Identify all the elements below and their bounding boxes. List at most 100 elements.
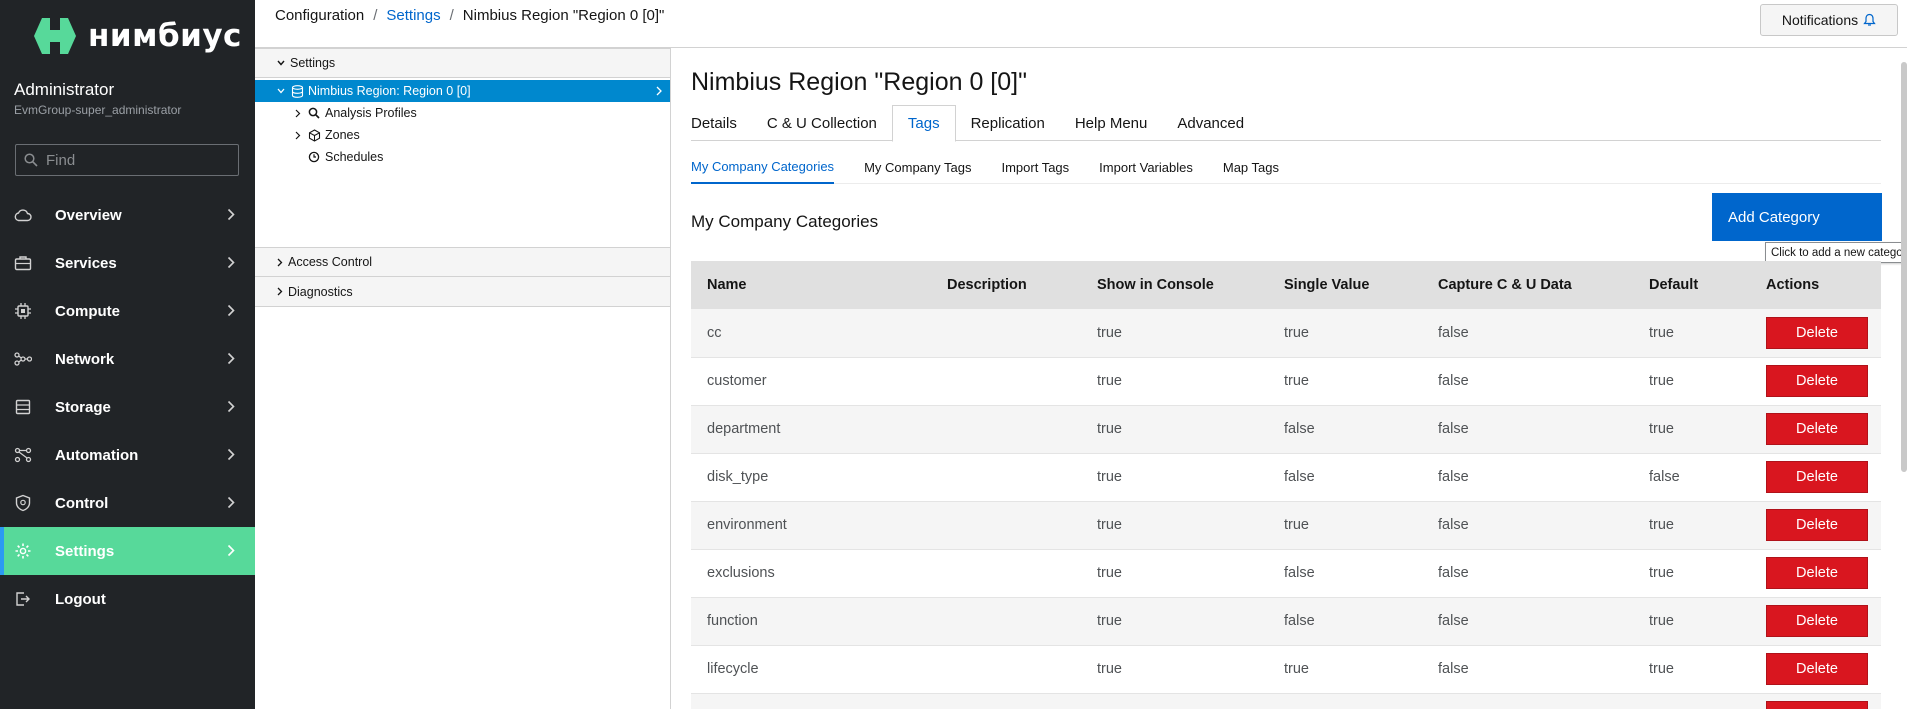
cell-single-value: [1268, 693, 1422, 709]
chevron-right-icon: [227, 352, 235, 365]
nav-item-control[interactable]: Control: [0, 479, 255, 527]
scrollbar[interactable]: [1901, 62, 1907, 472]
delete-button[interactable]: Delete: [1766, 557, 1868, 589]
table-row[interactable]: function true false false true Delete: [691, 597, 1881, 646]
chevron-right-icon: [227, 208, 235, 221]
top-bar: Configuration / Settings / Nimbius Regio…: [255, 0, 1907, 48]
cell-show-in-console: true: [1081, 549, 1268, 598]
accordion-diagnostics[interactable]: Diagnostics: [255, 277, 670, 307]
chevron-right-icon: [227, 400, 235, 413]
cell-capture-cu-data: false: [1422, 549, 1633, 598]
nav-item-label: Compute: [55, 302, 120, 320]
tree-node-zones[interactable]: Zones: [255, 124, 670, 146]
nav-item-network[interactable]: Network: [0, 335, 255, 383]
subtab-import-variables[interactable]: Import Variables: [1099, 150, 1193, 184]
automation-icon: [13, 445, 33, 465]
cell-default: true: [1633, 645, 1750, 694]
chevron-right-icon[interactable]: [292, 109, 304, 118]
cpu-icon: [13, 301, 33, 321]
column-header-description[interactable]: Description: [931, 261, 1081, 309]
tree-node-schedules[interactable]: Schedules: [255, 146, 670, 168]
notifications-button[interactable]: Notifications: [1760, 4, 1898, 36]
nav-item-overview[interactable]: Overview: [0, 191, 255, 239]
cell-name: disk_type: [691, 453, 931, 502]
cell-default: true: [1633, 357, 1750, 406]
table-row[interactable]: disk_type true false false false Delete: [691, 453, 1881, 502]
main-content: Nimbius Region "Region 0 [0]" Details C …: [672, 48, 1907, 709]
column-header-default[interactable]: Default: [1633, 261, 1750, 309]
tree-node-label: Nimbius Region: Region 0 [0]: [308, 84, 471, 98]
cell-actions: Delete: [1750, 549, 1881, 598]
column-header-actions: Actions: [1750, 261, 1881, 309]
chevron-right-icon: [227, 496, 235, 509]
nav-item-logout[interactable]: Logout: [0, 575, 255, 623]
tab-tags[interactable]: Tags: [891, 105, 956, 142]
chevron-down-icon[interactable]: [275, 88, 287, 94]
table-row[interactable]: department true false false true Delete: [691, 405, 1881, 454]
cell-default: [1633, 693, 1750, 709]
nav-item-label: Control: [55, 494, 109, 512]
column-header-show-in-console[interactable]: Show in Console: [1081, 261, 1268, 309]
delete-button[interactable]: Delete: [1766, 316, 1868, 349]
cell-description: [931, 645, 1081, 694]
nav-item-compute[interactable]: Compute: [0, 287, 255, 335]
tab-cu-collection[interactable]: C & U Collection: [752, 105, 892, 141]
find-input[interactable]: [46, 151, 226, 169]
cell-single-value: false: [1268, 549, 1422, 598]
delete-button[interactable]: Delete: [1766, 365, 1868, 397]
cell-default: true: [1633, 405, 1750, 454]
chevron-right-icon: [227, 544, 235, 557]
cell-single-value: false: [1268, 405, 1422, 454]
tab-help-menu[interactable]: Help Menu: [1060, 105, 1163, 141]
nav-item-storage[interactable]: Storage: [0, 383, 255, 431]
column-header-single-value[interactable]: Single Value: [1268, 261, 1422, 309]
cell-show-in-console: true: [1081, 357, 1268, 406]
add-category-button[interactable]: Add Category: [1712, 193, 1882, 241]
tab-details[interactable]: Details: [691, 105, 752, 141]
delete-button[interactable]: Delete: [1766, 701, 1868, 709]
cell-description: [931, 309, 1081, 358]
table-row[interactable]: Delete: [691, 693, 1881, 709]
subtab-import-tags[interactable]: Import Tags: [1001, 150, 1069, 184]
chevron-down-icon: [277, 60, 285, 66]
chevron-right-icon[interactable]: [292, 131, 304, 140]
column-header-name[interactable]: Name: [691, 261, 931, 309]
chevron-right-icon: [227, 304, 235, 317]
table-row[interactable]: exclusions true false false true Delete: [691, 549, 1881, 598]
cell-name: customer: [691, 357, 931, 406]
accordion-settings[interactable]: Settings: [255, 48, 670, 78]
delete-button[interactable]: Delete: [1766, 461, 1868, 493]
accordion-access-control-label: Access Control: [288, 255, 373, 269]
delete-button[interactable]: Delete: [1766, 653, 1868, 685]
network-icon: [13, 349, 33, 369]
delete-button[interactable]: Delete: [1766, 605, 1868, 637]
tree-node-region[interactable]: Nimbius Region: Region 0 [0]: [255, 80, 670, 102]
table-row[interactable]: environment true true false true Delete: [691, 501, 1881, 550]
breadcrumb-current: Nimbius Region "Region 0 [0]": [462, 7, 665, 24]
column-header-capture-cu-data[interactable]: Capture C & U Data: [1422, 261, 1633, 309]
database-icon: [13, 397, 33, 417]
subtab-my-company-categories[interactable]: My Company Categories: [691, 150, 835, 184]
tab-replication[interactable]: Replication: [956, 105, 1060, 141]
table-row[interactable]: cc true true false true Delete: [691, 309, 1881, 358]
cell-capture-cu-data: [1422, 693, 1633, 709]
subtab-map-tags[interactable]: Map Tags: [1223, 150, 1279, 184]
table-header-row: Name Description Show in Console Single …: [691, 261, 1881, 309]
region-tabs: Details C & U Collection Tags Replicatio…: [691, 105, 1881, 142]
brand-logo[interactable]: нимбиус: [32, 14, 242, 58]
tab-advanced[interactable]: Advanced: [1162, 105, 1259, 141]
delete-button[interactable]: Delete: [1766, 413, 1868, 445]
nav-item-automation[interactable]: Automation: [0, 431, 255, 479]
accordion-access-control[interactable]: Access Control: [255, 247, 670, 277]
subtab-my-company-tags[interactable]: My Company Tags: [864, 150, 971, 184]
table-row[interactable]: lifecycle true true false true Delete: [691, 645, 1881, 694]
nav-item-label: Automation: [55, 446, 139, 464]
main-navigation: нимбиус Administrator EvmGroup-super_adm…: [0, 0, 255, 709]
cell-single-value: true: [1268, 357, 1422, 406]
tree-node-analysis-profiles[interactable]: Analysis Profiles: [255, 102, 670, 124]
breadcrumb-settings-link[interactable]: Settings: [386, 7, 440, 24]
delete-button[interactable]: Delete: [1766, 509, 1868, 541]
nav-item-settings[interactable]: Settings: [0, 527, 255, 575]
table-row[interactable]: customer true true false true Delete: [691, 357, 1881, 406]
nav-item-services[interactable]: Services: [0, 239, 255, 287]
